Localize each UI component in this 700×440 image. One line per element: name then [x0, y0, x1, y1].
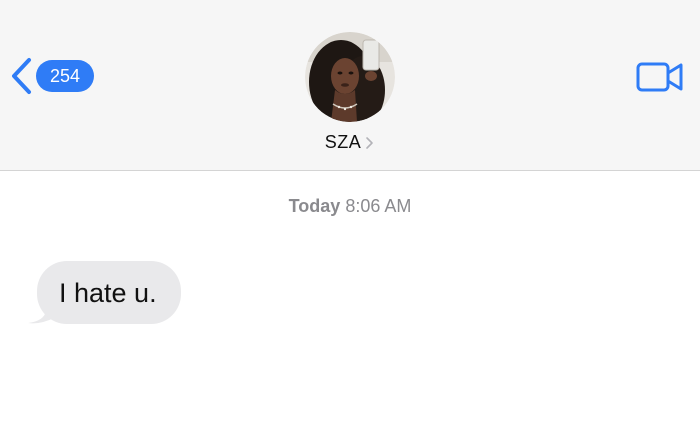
- incoming-message-bubble[interactable]: I hate u.: [37, 261, 181, 324]
- messages-screen: 254 SZA Today 8:06 AM I hate u.: [0, 0, 700, 440]
- conversation-header: 254 SZA: [0, 0, 700, 171]
- timestamp-time: 8:06 AM: [345, 196, 412, 216]
- message-row: I hate u.: [26, 261, 181, 324]
- contact-info[interactable]: SZA: [0, 32, 700, 153]
- contact-name: SZA: [324, 132, 362, 152]
- timestamp-day: Today: [288, 196, 341, 216]
- chevron-right-icon: [366, 136, 374, 149]
- contact-name-row[interactable]: SZA: [325, 132, 376, 153]
- message-timestamp: Today 8:06 AM: [0, 196, 700, 217]
- avatar: [305, 32, 395, 122]
- video-camera-icon[interactable]: [636, 62, 684, 92]
